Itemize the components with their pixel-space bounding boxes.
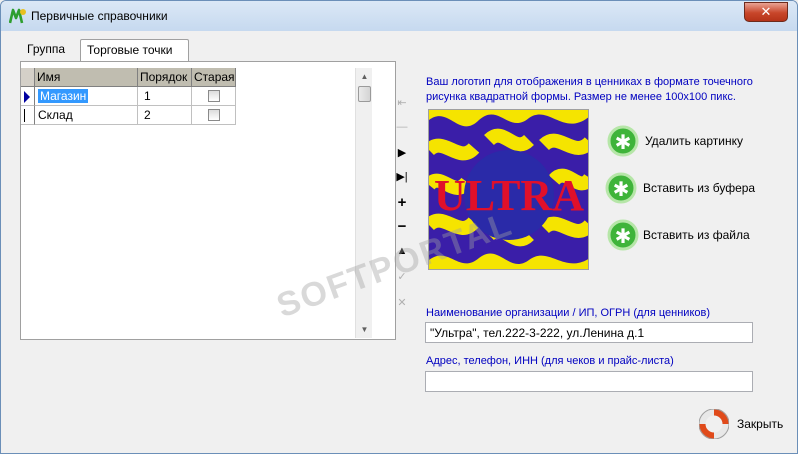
paste-buffer-label: Вставить из буфера <box>643 181 756 195</box>
close-button[interactable]: Закрыть <box>699 409 789 439</box>
old-checkbox[interactable] <box>208 90 220 102</box>
logo-caption: Ваш логотип для отображения в ценниках в… <box>426 76 753 103</box>
paste-file-label: Вставить из файла <box>643 228 750 242</box>
next-icon[interactable]: ▶ <box>392 143 412 163</box>
cell-name[interactable]: Склад <box>35 106 138 125</box>
cancel-icon[interactable]: ✕ <box>392 293 412 313</box>
column-header-old[interactable]: Старая <box>192 68 236 87</box>
green-asterisk-icon: ✱ <box>605 172 637 204</box>
close-button-label: Закрыть <box>737 417 784 431</box>
logo-image: ULTRA <box>428 109 589 270</box>
edit-cursor-icon <box>24 109 25 122</box>
title-bar[interactable]: Первичные справочники ✕ <box>1 1 797 31</box>
last-icon[interactable]: ▶| <box>392 167 412 187</box>
cell-old[interactable] <box>192 87 236 106</box>
org-name-input[interactable] <box>425 322 753 343</box>
delete-icon[interactable]: − <box>392 217 412 237</box>
cell-order[interactable]: 2 <box>138 106 192 125</box>
tab-trade-points[interactable]: Торговые точки <box>80 39 189 61</box>
first-icon[interactable]: ⇤ <box>392 93 412 113</box>
svg-text:✱: ✱ <box>613 177 630 201</box>
table-row[interactable]: Магазин 1 <box>21 87 236 106</box>
lifebuoy-icon <box>699 409 729 439</box>
old-checkbox[interactable] <box>208 109 220 121</box>
scroll-thumb[interactable] <box>358 86 371 102</box>
delete-image-button[interactable]: ✱ Удалить картинку <box>607 125 757 159</box>
cell-order[interactable]: 1 <box>138 87 192 106</box>
paste-file-button[interactable]: ✱ Вставить из файла <box>607 219 757 253</box>
grid-vertical-scrollbar[interactable]: ▲ ▼ <box>355 68 372 338</box>
logo-text: ULTRA <box>434 171 584 220</box>
tab-group[interactable]: Группа <box>21 39 73 61</box>
trade-points-grid[interactable]: Имя Порядок Старая Магазин 1 Склад 2 <box>21 68 375 338</box>
window-close-button[interactable]: ✕ <box>744 2 788 22</box>
scroll-up-icon[interactable]: ▲ <box>356 68 373 85</box>
delete-image-label: Удалить картинку <box>645 134 743 148</box>
grid-indicator-header <box>21 68 35 87</box>
svg-text:✱: ✱ <box>615 130 632 154</box>
address-label: Адрес, телефон, ИНН (для чеков и прайс-л… <box>426 355 674 367</box>
insert-icon[interactable]: + <box>392 193 412 213</box>
scroll-down-icon[interactable]: ▼ <box>356 321 373 338</box>
current-row-arrow-icon <box>24 91 30 103</box>
address-input[interactable] <box>425 371 753 392</box>
column-header-name[interactable]: Имя <box>35 68 138 87</box>
cell-name[interactable]: Магазин <box>35 87 138 106</box>
cell-name-text: Магазин <box>38 89 89 103</box>
edit-icon[interactable]: ▲ <box>392 241 412 261</box>
dialog-window: Первичные справочники ✕ Группа Торговые … <box>0 0 798 454</box>
paste-buffer-button[interactable]: ✱ Вставить из буфера <box>605 172 755 206</box>
svg-text:✱: ✱ <box>615 224 632 248</box>
prior-icon[interactable]: — <box>392 117 412 137</box>
grid-header: Имя Порядок Старая <box>21 68 236 87</box>
cell-old[interactable] <box>192 106 236 125</box>
green-asterisk-icon: ✱ <box>607 219 639 251</box>
column-header-order[interactable]: Порядок <box>138 68 192 87</box>
green-asterisk-icon: ✱ <box>607 125 639 157</box>
table-row[interactable]: Склад 2 <box>21 106 236 125</box>
row-indicator <box>21 106 35 125</box>
logo-picture: ULTRA <box>429 110 588 269</box>
post-icon[interactable]: ✓ <box>392 267 412 287</box>
window-title: Первичные справочники <box>31 9 168 23</box>
row-indicator <box>21 87 35 106</box>
org-name-label: Наименование организации / ИП, ОГРН (для… <box>426 307 711 319</box>
app-icon <box>9 8 26 24</box>
